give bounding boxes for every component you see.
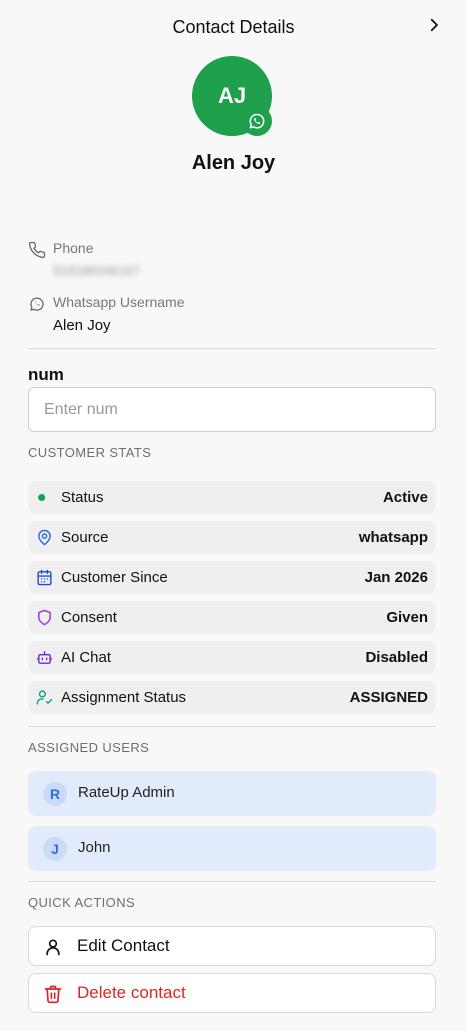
quick-actions-title: QUICK ACTIONS [28, 895, 136, 910]
stat-value: Disabled [365, 649, 428, 666]
assigned-user-card[interactable]: R RateUp Admin [28, 771, 436, 816]
num-field-label: num [28, 365, 64, 384]
shield-icon [38, 609, 51, 626]
stat-value: Active [382, 489, 428, 506]
stat-label: AI Chat [61, 649, 112, 666]
user-icon [46, 939, 60, 956]
edit-contact-button[interactable]: Edit Contact [28, 926, 436, 966]
phone-label: Phone [53, 240, 94, 256]
assigned-users-title: ASSIGNED USERS [28, 740, 150, 755]
phone-icon [28, 241, 46, 259]
whatsapp-username-label: Whatsapp Username [53, 294, 185, 310]
edit-contact-label: Edit Contact [77, 936, 170, 955]
user-name: RateUp Admin [78, 784, 175, 801]
delete-contact-button[interactable]: Delete contact [28, 973, 436, 1013]
whatsapp-username-value: Alen Joy [53, 317, 111, 334]
user-initial-avatar: R [43, 782, 67, 806]
whatsapp-icon [30, 297, 44, 311]
panel-header: Contact Details [0, 0, 467, 54]
contact-name: Alen Joy [191, 152, 276, 174]
stat-label: Assignment Status [61, 689, 187, 706]
map-pin-icon [38, 529, 51, 546]
stat-value: Jan 2026 [364, 569, 428, 586]
stat-value: Given [386, 609, 428, 626]
stat-row-assignment-status: Assignment Status ASSIGNED [28, 681, 436, 714]
bot-icon [36, 651, 53, 664]
num-input[interactable] [28, 387, 436, 432]
customer-stats-title: CUSTOMER STATS [28, 445, 152, 460]
stat-row-status: Status Active [28, 481, 436, 514]
delete-contact-label: Delete contact [77, 983, 186, 1002]
chevron-right-icon[interactable] [425, 16, 443, 34]
whatsapp-badge-icon [242, 106, 272, 136]
stat-row-customer-since: Customer Since Jan 2026 [28, 561, 436, 594]
divider [28, 726, 436, 727]
stat-value: ASSIGNED [349, 689, 428, 706]
panel-title: Contact Details [172, 17, 295, 37]
stat-label: Consent [61, 609, 117, 626]
stat-row-consent: Consent Given [28, 601, 436, 634]
user-initial-avatar: J [43, 837, 67, 861]
stat-row-ai-chat: AI Chat Disabled [28, 641, 436, 674]
status-dot-icon [38, 493, 46, 502]
divider [28, 348, 436, 349]
trash-icon [44, 985, 62, 1004]
stat-label: Source [61, 529, 109, 546]
user-name: John [78, 839, 111, 856]
calendar-icon [37, 569, 52, 586]
phone-value: 919188346167 [53, 263, 140, 278]
stat-label: Status [61, 489, 104, 506]
user-check-icon [36, 690, 53, 705]
stat-label: Customer Since [61, 569, 168, 586]
stat-row-source: Source whatsapp [28, 521, 436, 554]
stat-value: whatsapp [358, 529, 428, 546]
avatar-initials: AJ [217, 83, 247, 108]
assigned-user-card[interactable]: J John [28, 826, 436, 871]
divider [28, 881, 436, 882]
